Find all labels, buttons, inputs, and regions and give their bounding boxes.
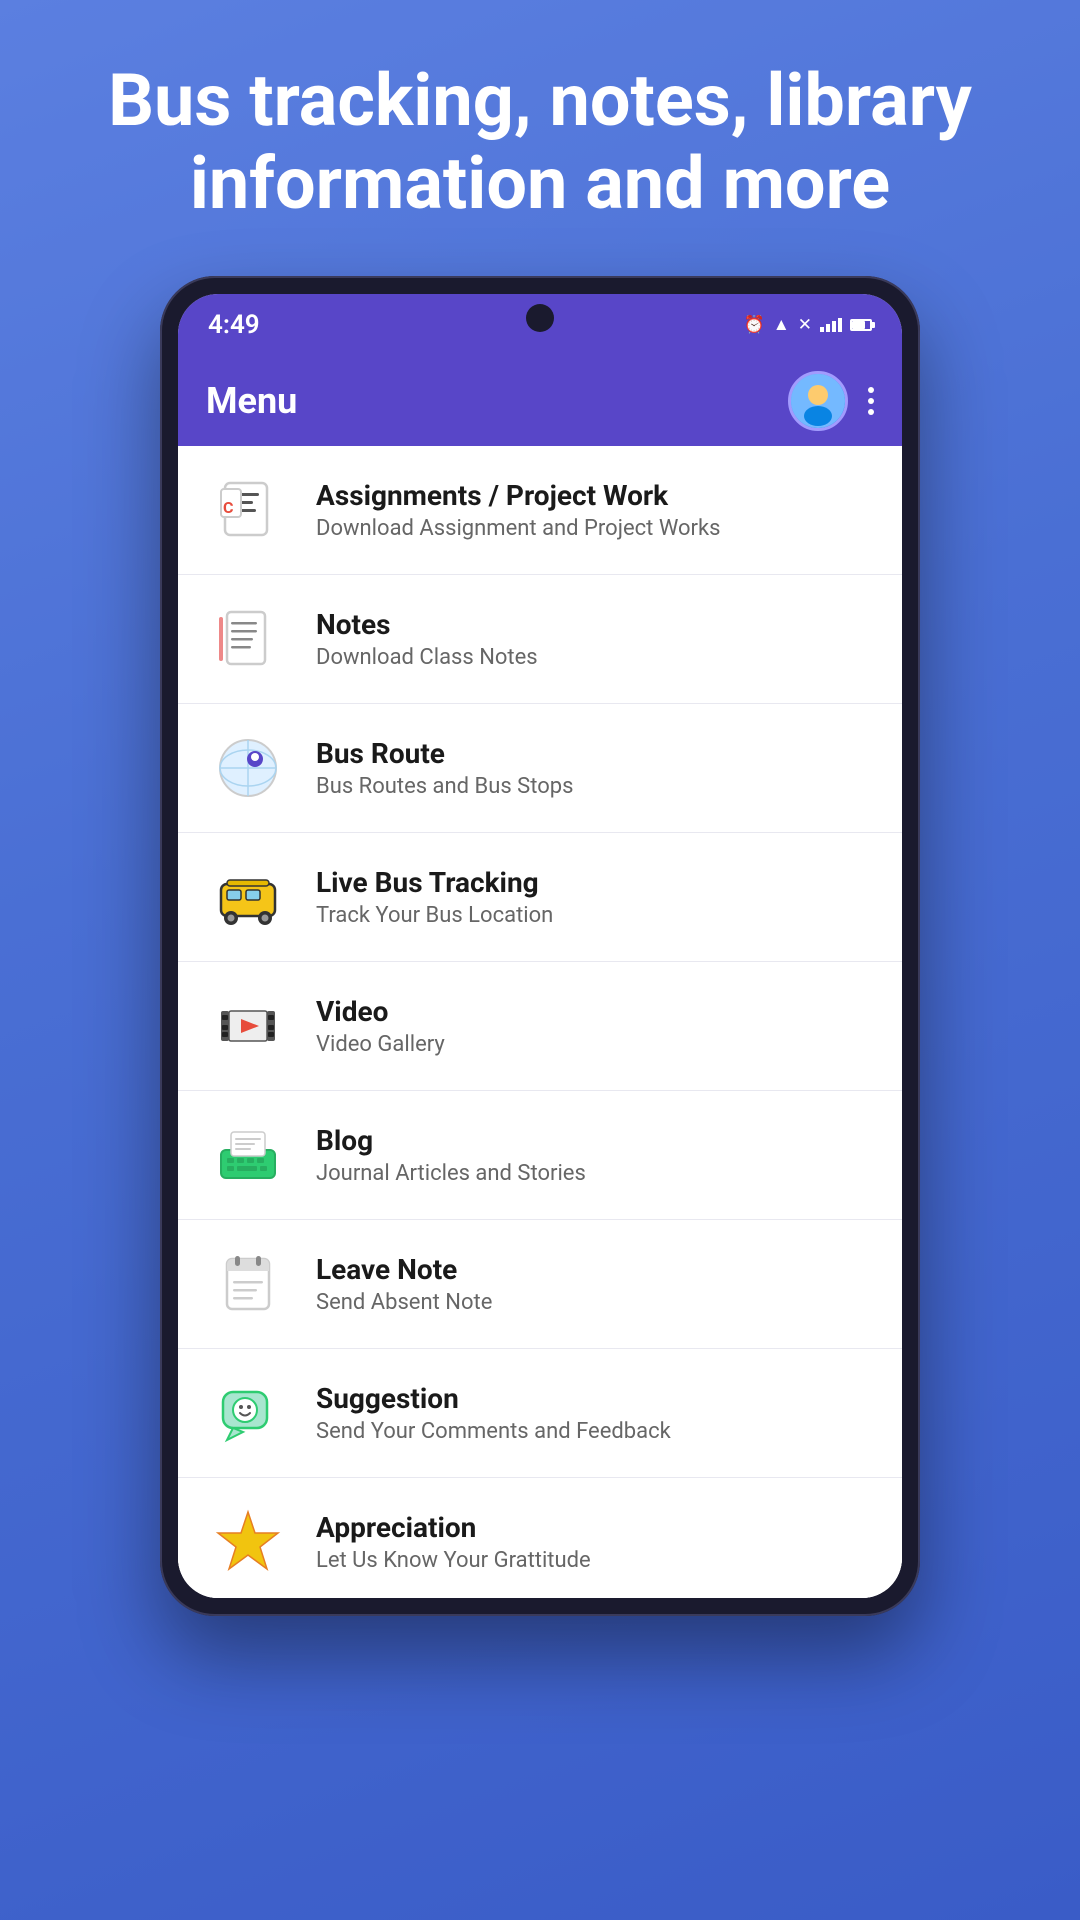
camera-cutout <box>526 304 554 332</box>
phone-mockup: 4:49 ⏰ ▲ ✕ <box>160 276 920 1616</box>
menu-item-suggestion[interactable]: Suggestion Send Your Comments and Feedba… <box>178 1349 902 1478</box>
menu-text-appreciation: Appreciation Let Us Know Your Grattitude <box>316 1511 591 1573</box>
blog-icon <box>208 1115 288 1195</box>
wifi-icon: ▲ <box>773 315 790 335</box>
status-icons: ⏰ ▲ ✕ <box>744 315 872 335</box>
menu-item-blog[interactable]: Blog Journal Articles and Stories <box>178 1091 902 1220</box>
blog-title: Blog <box>316 1124 586 1157</box>
appreciation-title: Appreciation <box>316 1511 591 1544</box>
bus-route-subtitle: Bus Routes and Bus Stops <box>316 774 573 799</box>
menu-list: C Assignments / Project Work Download As… <box>178 446 902 1598</box>
menu-item-leave-note[interactable]: Leave Note Send Absent Note <box>178 1220 902 1349</box>
assignments-icon: C <box>208 470 288 550</box>
live-bus-icon <box>208 857 288 937</box>
avatar[interactable] <box>788 371 848 431</box>
menu-item-notes[interactable]: Notes Download Class Notes <box>178 575 902 704</box>
video-icon <box>208 986 288 1066</box>
menu-text-suggestion: Suggestion Send Your Comments and Feedba… <box>316 1382 671 1444</box>
menu-text-notes: Notes Download Class Notes <box>316 608 538 670</box>
signal-x-icon: ✕ <box>798 315 812 335</box>
live-bus-subtitle: Track Your Bus Location <box>316 903 553 928</box>
phone-screen: 4:49 ⏰ ▲ ✕ <box>178 294 902 1598</box>
notes-title: Notes <box>316 608 538 641</box>
battery-icon <box>850 319 872 331</box>
app-bar-right <box>788 371 874 431</box>
menu-text-bus-route: Bus Route Bus Routes and Bus Stops <box>316 737 573 799</box>
menu-text-live-bus: Live Bus Tracking Track Your Bus Locatio… <box>316 866 553 928</box>
bus-route-title: Bus Route <box>316 737 573 770</box>
assignments-title: Assignments / Project Work <box>316 479 721 512</box>
blog-subtitle: Journal Articles and Stories <box>316 1161 586 1186</box>
menu-item-video[interactable]: Video Video Gallery <box>178 962 902 1091</box>
hero-text: Bus tracking, notes, library information… <box>0 0 1080 276</box>
status-bar: 4:49 ⏰ ▲ ✕ <box>178 294 902 356</box>
notes-subtitle: Download Class Notes <box>316 645 538 670</box>
more-options-button[interactable] <box>868 387 874 415</box>
live-bus-title: Live Bus Tracking <box>316 866 553 899</box>
suggestion-icon <box>208 1373 288 1453</box>
video-subtitle: Video Gallery <box>316 1032 445 1057</box>
menu-item-assignments[interactable]: C Assignments / Project Work Download As… <box>178 446 902 575</box>
assignments-subtitle: Download Assignment and Project Works <box>316 516 721 541</box>
appreciation-icon <box>208 1502 288 1582</box>
leave-note-title: Leave Note <box>316 1253 492 1286</box>
suggestion-subtitle: Send Your Comments and Feedback <box>316 1419 671 1444</box>
status-time: 4:49 <box>208 310 260 340</box>
signal-bars <box>820 318 842 332</box>
app-bar-title: Menu <box>206 380 297 422</box>
menu-item-appreciation[interactable]: Appreciation Let Us Know Your Grattitude <box>178 1478 902 1598</box>
suggestion-title: Suggestion <box>316 1382 671 1415</box>
notes-icon <box>208 599 288 679</box>
menu-item-bus-route[interactable]: Bus Route Bus Routes and Bus Stops <box>178 704 902 833</box>
leave-note-icon <box>208 1244 288 1324</box>
appreciation-subtitle: Let Us Know Your Grattitude <box>316 1548 591 1573</box>
menu-item-live-bus[interactable]: Live Bus Tracking Track Your Bus Locatio… <box>178 833 902 962</box>
leave-note-subtitle: Send Absent Note <box>316 1290 492 1315</box>
video-title: Video <box>316 995 445 1028</box>
menu-text-leave-note: Leave Note Send Absent Note <box>316 1253 492 1315</box>
menu-text-assignments: Assignments / Project Work Download Assi… <box>316 479 721 541</box>
svg-text:C: C <box>223 498 233 517</box>
app-bar: Menu <box>178 356 902 446</box>
menu-text-blog: Blog Journal Articles and Stories <box>316 1124 586 1186</box>
bus-route-icon <box>208 728 288 808</box>
menu-text-video: Video Video Gallery <box>316 995 445 1057</box>
alarm-icon: ⏰ <box>744 315 765 335</box>
